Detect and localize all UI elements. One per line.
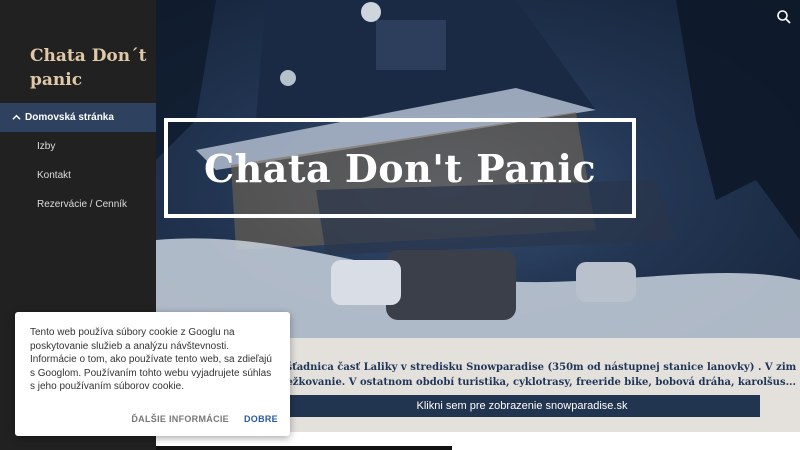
sidebar-item-contact[interactable]: Kontakt bbox=[0, 161, 156, 190]
hero-banner: Chata Don't Panic bbox=[156, 0, 800, 338]
search-icon[interactable] bbox=[776, 9, 792, 25]
sidebar-item-label: Izby bbox=[37, 141, 56, 152]
info-line: ...ežkovanie. V ostatnom období turistik… bbox=[276, 377, 796, 388]
divider bbox=[156, 446, 452, 450]
cookie-consent-dialog: Tento web používa súbory cookie z Googlu… bbox=[15, 312, 290, 436]
info-line: ...šťadnica časť Laliky v stredisku Snow… bbox=[276, 362, 796, 373]
sidebar-item-reservations[interactable]: Rezervácie / Cenník bbox=[0, 190, 156, 219]
info-description: ...šťadnica časť Laliky v stredisku Snow… bbox=[276, 360, 796, 390]
cookie-accept-button[interactable]: DOBRE bbox=[244, 414, 278, 424]
sidebar-item-home[interactable]: Domovská stránka bbox=[0, 103, 156, 132]
sidebar-item-label: Domovská stránka bbox=[25, 112, 114, 123]
site-title[interactable]: Chata Don´t panic bbox=[30, 44, 150, 92]
cookie-more-info-button[interactable]: ĎALŠIE INFORMÁCIE bbox=[131, 414, 229, 424]
chevron-up-icon bbox=[12, 113, 25, 122]
cookie-message: Tento web používa súbory cookie z Googlu… bbox=[30, 327, 272, 393]
cookie-actions: ĎALŠIE INFORMÁCIE DOBRE bbox=[131, 414, 278, 424]
sidebar-item-rooms[interactable]: Izby bbox=[0, 132, 156, 161]
snowparadise-link-button[interactable]: Klikni sem pre zobrazenie snowparadise.s… bbox=[284, 395, 760, 417]
hero-title: Chata Don't Panic bbox=[203, 145, 597, 191]
sidebar-item-label: Kontakt bbox=[37, 170, 71, 181]
sidebar-item-label: Rezervácie / Cenník bbox=[37, 199, 128, 210]
sidebar-nav: Domovská stránka Izby Kontakt Rezervácie… bbox=[0, 103, 156, 219]
hero-title-frame: Chata Don't Panic bbox=[164, 118, 636, 218]
